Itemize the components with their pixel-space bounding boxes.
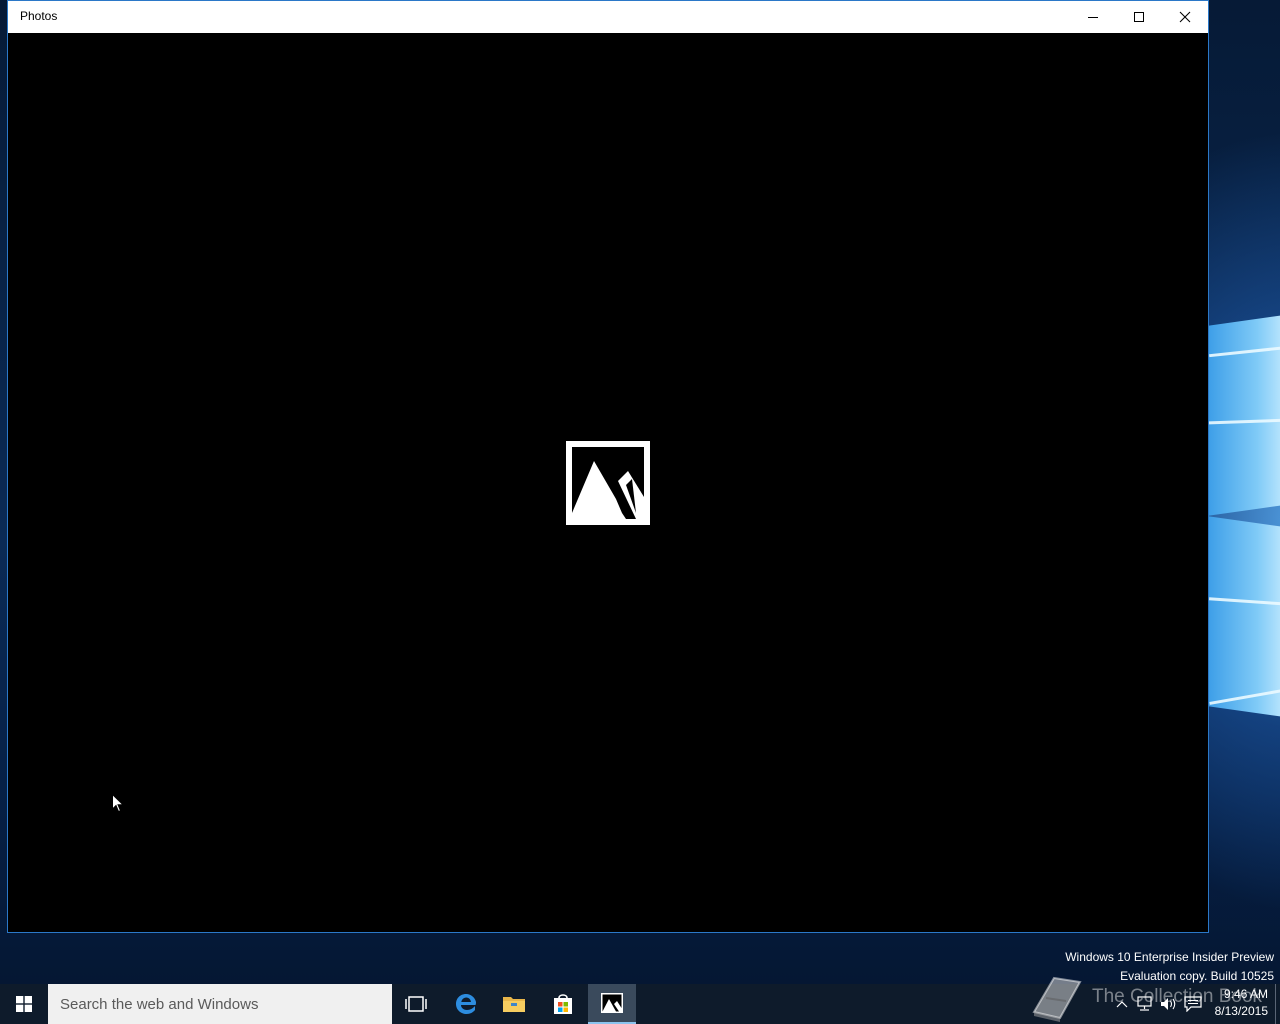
edge-taskbar-button[interactable] bbox=[442, 984, 490, 1024]
show-desktop-button[interactable] bbox=[1275, 984, 1280, 1024]
taskbar-clock[interactable]: 9:46 AM 8/13/2015 bbox=[1206, 986, 1268, 1020]
photos-window: Photos bbox=[7, 0, 1209, 933]
close-icon bbox=[1179, 11, 1191, 23]
network-icon bbox=[1137, 996, 1152, 1011]
windows-logo-wallpaper bbox=[1209, 310, 1280, 730]
photo-viewer-canvas[interactable] bbox=[8, 33, 1208, 932]
store-taskbar-button[interactable] bbox=[539, 984, 587, 1024]
window-titlebar[interactable]: Photos bbox=[8, 1, 1208, 33]
mouse-cursor-icon bbox=[112, 794, 124, 813]
build-watermark-edition: Windows 10 Enterprise Insider Preview bbox=[1065, 950, 1274, 964]
maximize-button[interactable] bbox=[1116, 1, 1162, 33]
file-explorer-taskbar-button[interactable] bbox=[490, 984, 538, 1024]
photo-placeholder-icon bbox=[566, 441, 650, 525]
minimize-icon bbox=[1088, 17, 1098, 18]
edge-icon bbox=[456, 994, 476, 1014]
task-view-icon bbox=[405, 996, 427, 1012]
close-button[interactable] bbox=[1162, 1, 1208, 33]
start-button[interactable] bbox=[0, 984, 48, 1024]
taskbar: 9:46 AM 8/13/2015 bbox=[0, 984, 1280, 1024]
window-title: Photos bbox=[20, 9, 58, 23]
photos-taskbar-button[interactable] bbox=[588, 984, 636, 1024]
minimize-button[interactable] bbox=[1070, 1, 1116, 33]
photos-icon bbox=[601, 993, 623, 1013]
store-icon bbox=[554, 994, 572, 1014]
clock-time: 9:46 AM bbox=[1223, 987, 1268, 1001]
chevron-up-icon bbox=[1116, 1001, 1128, 1008]
show-hidden-icons-button[interactable] bbox=[1112, 984, 1132, 1024]
network-tray-button[interactable] bbox=[1134, 984, 1156, 1024]
windows-start-icon bbox=[16, 996, 32, 1012]
action-center-icon bbox=[1184, 996, 1202, 1012]
folder-icon bbox=[503, 997, 525, 1012]
maximize-icon bbox=[1134, 12, 1144, 22]
volume-tray-button[interactable] bbox=[1158, 984, 1180, 1024]
volume-icon bbox=[1161, 998, 1176, 1010]
clock-date: 8/13/2015 bbox=[1214, 1004, 1268, 1018]
action-center-button[interactable] bbox=[1182, 984, 1204, 1024]
taskbar-search-input[interactable] bbox=[48, 984, 392, 1024]
task-view-button[interactable] bbox=[392, 984, 440, 1024]
